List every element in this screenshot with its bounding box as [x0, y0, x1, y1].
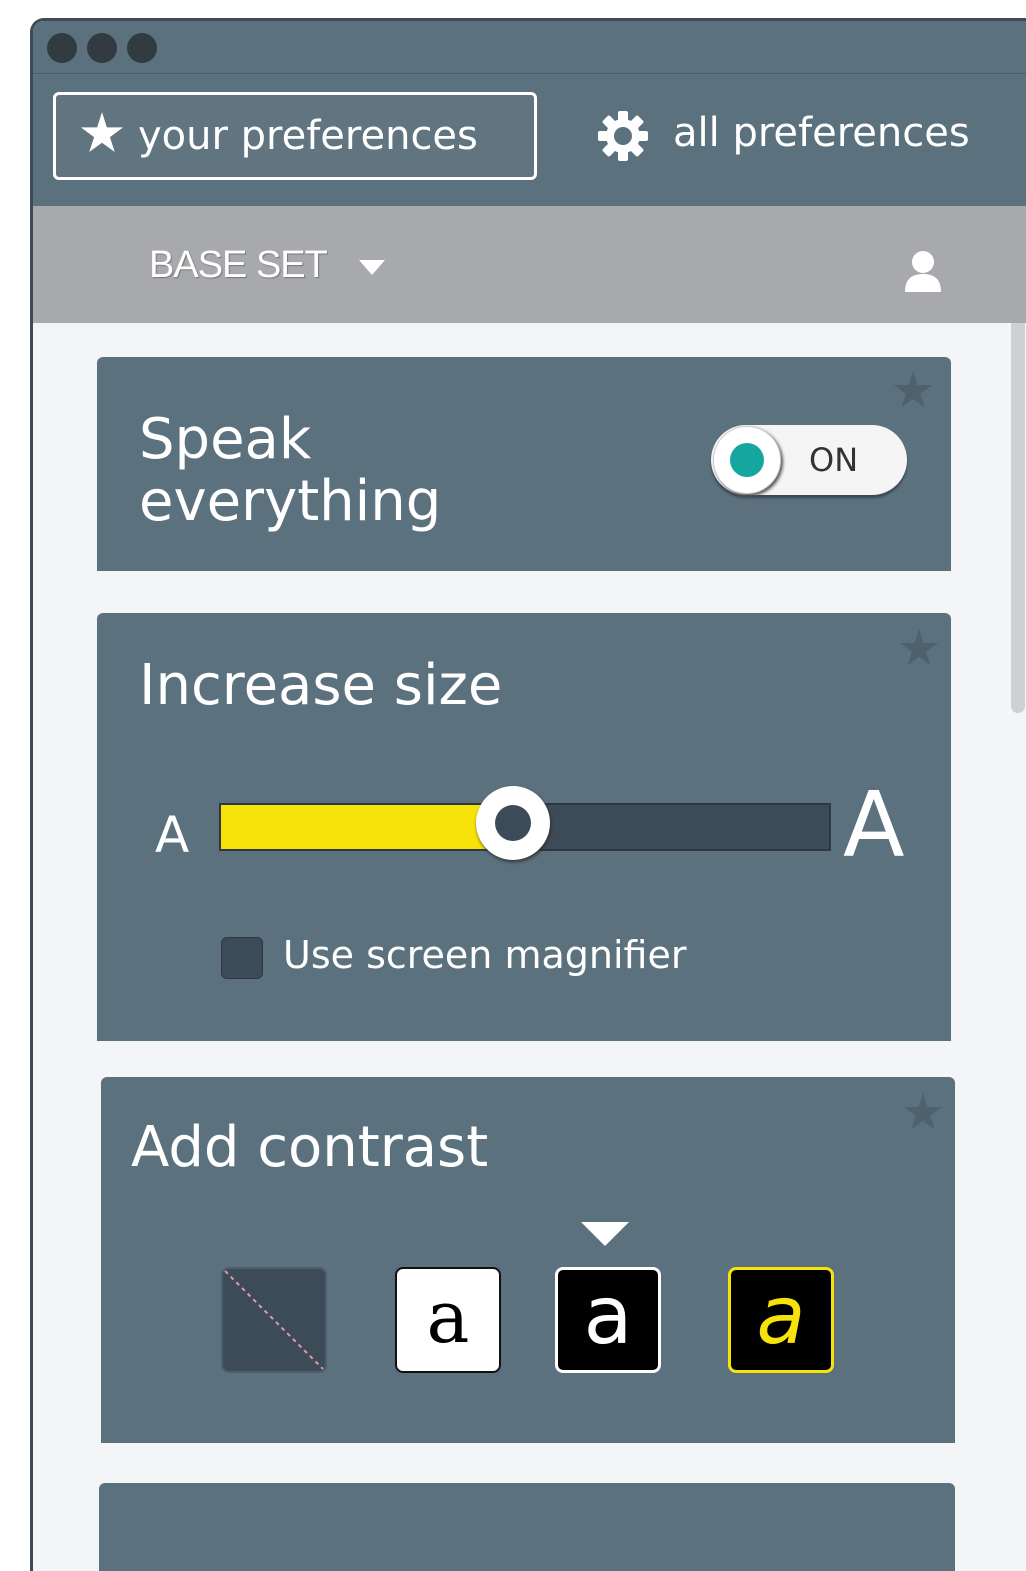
speak-title-line1: Speak — [139, 407, 312, 472]
add-contrast-panel: Add contrast a a a — [101, 1077, 955, 1443]
window-minimize-dot[interactable] — [87, 33, 117, 63]
speak-toggle[interactable]: ON — [711, 425, 907, 495]
top-nav: your preferences all preferences — [33, 74, 1026, 206]
contrast-option-black-on-white[interactable]: a — [395, 1267, 501, 1373]
add-contrast-title: Add contrast — [131, 1115, 489, 1180]
increase-size-panel: Increase size A A Use screen magnifier — [97, 613, 951, 1041]
set-dropdown-label[interactable]: BASE SET — [149, 244, 328, 287]
increase-size-title: Increase size — [139, 653, 503, 718]
toggle-knob — [713, 426, 781, 494]
speak-title: Speak everything — [139, 409, 441, 533]
window-maximize-dot[interactable] — [127, 33, 157, 63]
contrast-option-yellow-on-black[interactable]: a — [728, 1267, 834, 1373]
speak-everything-panel: Speak everything ON — [97, 357, 951, 571]
favorite-star-icon[interactable] — [899, 629, 939, 666]
size-slider-fill — [221, 805, 486, 849]
gear-icon — [598, 111, 648, 161]
app-window: your preferences all preferences BASE SE… — [30, 18, 1026, 1571]
favorite-star-icon[interactable] — [893, 371, 933, 408]
set-selector-bar: BASE SET — [33, 206, 1026, 323]
screen-magnifier-checkbox[interactable] — [221, 937, 263, 979]
scrollbar[interactable] — [1011, 323, 1025, 713]
window-close-dot[interactable] — [47, 33, 77, 63]
next-preference-panel — [99, 1483, 955, 1571]
speak-title-line2: everything — [139, 469, 442, 534]
size-slider-thumb[interactable] — [475, 786, 550, 860]
tab-all-preferences-label: all preferences — [673, 110, 970, 156]
toggle-indicator — [730, 443, 764, 477]
chevron-down-icon[interactable] — [359, 260, 385, 275]
screen-magnifier-label[interactable]: Use screen magnifier — [283, 933, 686, 977]
contrast-option-none[interactable] — [221, 1267, 327, 1373]
tab-your-preferences-label: your preferences — [138, 113, 478, 159]
contrast-option-white-on-black[interactable]: a — [555, 1267, 661, 1373]
slider-max-label: A — [843, 773, 905, 878]
star-icon — [80, 112, 124, 153]
title-bar — [33, 21, 1026, 74]
slider-thumb-center — [494, 805, 531, 841]
favorite-star-icon[interactable] — [903, 1093, 943, 1130]
toggle-label: ON — [809, 441, 859, 479]
user-icon[interactable] — [903, 248, 943, 292]
slider-min-label: A — [155, 806, 190, 864]
no-contrast-icon — [224, 1270, 324, 1370]
tab-all-preferences[interactable]: all preferences — [589, 92, 1009, 180]
selected-option-caret-icon — [581, 1222, 629, 1246]
tab-your-preferences[interactable]: your preferences — [53, 92, 537, 180]
preferences-content: Speak everything ON Increase size A A Us… — [33, 323, 1026, 1571]
